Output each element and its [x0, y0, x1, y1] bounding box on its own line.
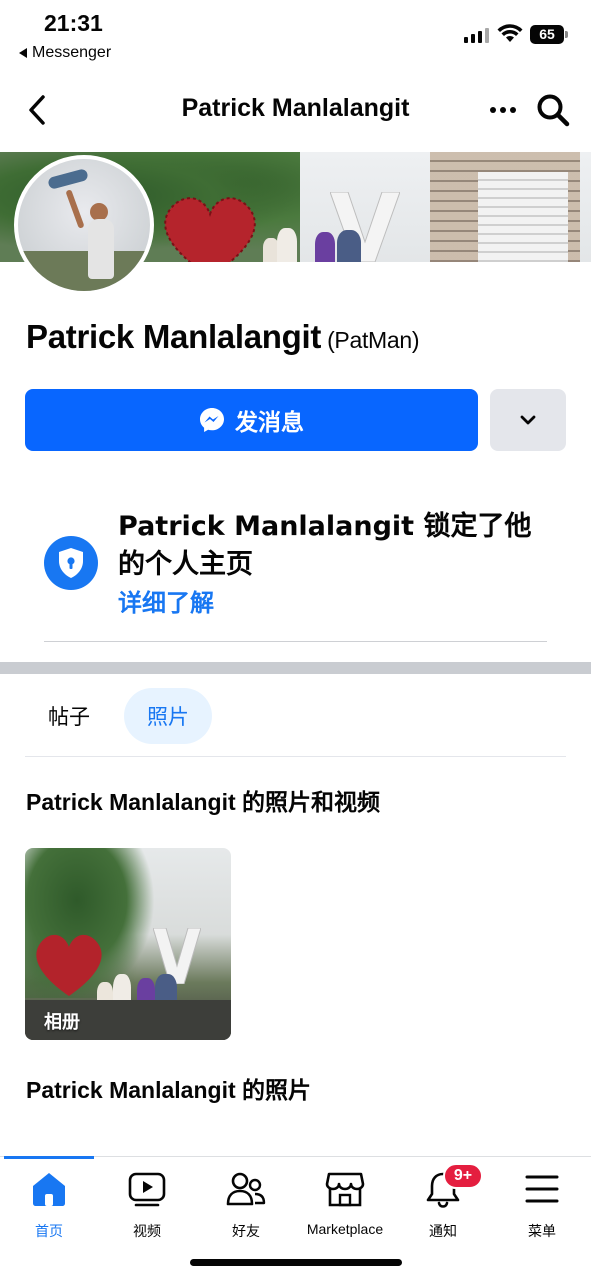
home-icon	[27, 1167, 71, 1211]
divider	[44, 641, 547, 642]
family-group	[255, 222, 375, 262]
battery-level: 65	[530, 25, 564, 44]
section-separator	[0, 662, 591, 674]
photos-heading: Patrick Manlalangit 的照片	[26, 1077, 312, 1103]
marketplace-icon	[323, 1167, 367, 1211]
back-chevron-icon	[29, 95, 45, 125]
profile-name: Patrick Manlalangit (PatMan)	[26, 318, 420, 356]
profile-more-button[interactable]	[490, 389, 566, 451]
page-title: Patrick Manlalangit	[181, 94, 410, 122]
tab-video-label: 视频	[133, 1223, 161, 1239]
back-button[interactable]	[22, 92, 52, 128]
tab-posts[interactable]: 帖子	[30, 688, 108, 744]
tab-photos[interactable]: 照片	[124, 688, 212, 744]
status-bar: 21:31 Messenger 65	[0, 0, 591, 70]
learn-more-link[interactable]: 详细了解	[118, 583, 214, 618]
wifi-icon	[497, 24, 523, 42]
more-dots-icon	[490, 107, 496, 113]
tab-friends[interactable]: 好友	[197, 1167, 295, 1247]
album-label: 相册	[44, 1012, 80, 1033]
tab-menu[interactable]: 菜单	[493, 1167, 591, 1247]
back-app-label: Messenger	[32, 44, 112, 61]
more-options-button[interactable]	[486, 96, 520, 124]
profile-avatar[interactable]	[14, 155, 154, 295]
back-to-app-button[interactable]: Messenger	[19, 44, 111, 62]
chevron-down-icon	[520, 415, 536, 425]
back-triangle-icon	[19, 48, 27, 58]
shield-lock-icon	[44, 536, 98, 590]
tabs-divider	[25, 756, 566, 757]
tab-marketplace-label: Marketplace	[306, 1221, 384, 1237]
messenger-icon	[200, 408, 224, 432]
photos-videos-heading: Patrick Manlalangit 的照片和视频	[26, 789, 381, 815]
album-thumbnail[interactable]: 相册	[25, 848, 231, 1040]
tab-menu-label: 菜单	[528, 1223, 556, 1239]
menu-icon	[520, 1167, 564, 1211]
navigation-bar: Patrick Manlalangit	[0, 80, 591, 140]
send-message-button[interactable]: 发消息	[25, 389, 478, 451]
notification-badge: 9+	[443, 1163, 483, 1189]
bell-icon: 9+	[421, 1163, 483, 1211]
home-indicator[interactable]	[190, 1259, 402, 1266]
heart-sculpture	[164, 197, 256, 262]
search-icon	[537, 94, 570, 127]
tab-marketplace[interactable]: Marketplace	[296, 1167, 394, 1247]
battery-icon: 65	[530, 25, 568, 44]
active-tab-indicator	[4, 1156, 94, 1159]
status-time: 21:31	[44, 10, 103, 36]
cellular-signal-icon	[464, 28, 489, 43]
send-message-label: 发消息	[235, 410, 304, 436]
video-icon	[125, 1167, 169, 1211]
letter-e-sculpture	[478, 172, 568, 262]
tab-home-label: 首页	[35, 1223, 63, 1239]
locked-profile-title: Patrick Manlalangit 锁定了他的个人主页	[118, 511, 532, 580]
tab-video[interactable]: 视频	[98, 1167, 196, 1247]
tab-notifications[interactable]: 9+ 通知	[394, 1163, 492, 1247]
search-button[interactable]	[535, 92, 571, 128]
tab-home[interactable]: 首页	[0, 1167, 98, 1247]
profile-full-name: Patrick Manlalangit	[26, 318, 322, 355]
friends-icon	[224, 1167, 268, 1211]
tab-notifications-label: 通知	[429, 1223, 457, 1239]
tab-friends-label: 好友	[232, 1223, 260, 1239]
profile-nickname: (PatMan)	[327, 327, 420, 353]
